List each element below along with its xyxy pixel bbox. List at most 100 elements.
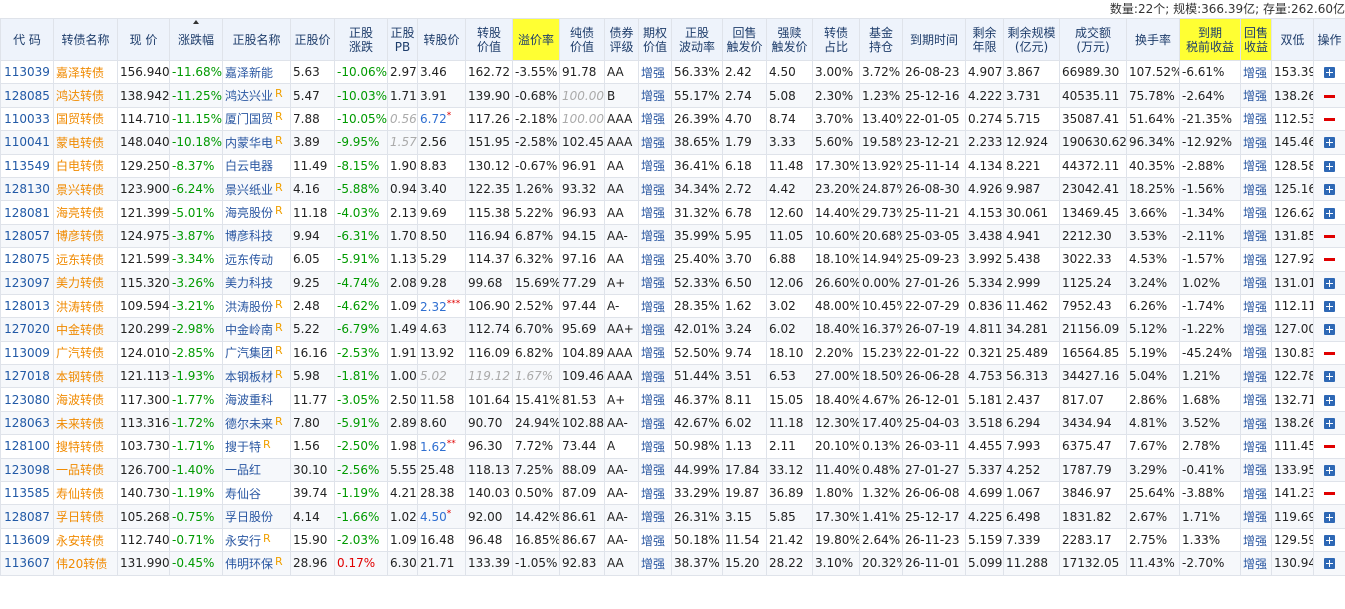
stock-name-link[interactable]: 美力科技 <box>222 270 291 295</box>
table-row[interactable]: 123098 一品转债 126.700 -1.40% 一品红 30.10 -2.56% 5.5… <box>0 457 1345 483</box>
stock-name-link[interactable]: 鸿达兴业 R <box>222 83 291 108</box>
column-header[interactable]: 到期 税前收益 <box>1179 18 1241 61</box>
table-row[interactable]: 128081 海亮转债 121.399 -5.01% 海亮股份 R 11.18 -4.03% 2… <box>0 200 1345 225</box>
add-watchlist-icon[interactable] <box>1324 67 1335 79</box>
table-row[interactable]: 113607 伟20转债 131.990 -0.45% 伟明环保 R 28.96 0.17% 6… <box>0 551 1345 576</box>
option-value-link[interactable]: 增强 <box>638 130 672 155</box>
add-watchlist-icon[interactable] <box>1324 277 1335 289</box>
bond-name-link[interactable]: 景兴转债 <box>53 176 118 202</box>
table-row[interactable]: 127020 中金转债 120.299 -2.98% 中金岭南 R 5.22 -6.79% 1.… <box>0 317 1345 342</box>
bond-name-link[interactable]: 中金转债 <box>53 317 118 342</box>
remove-watchlist-icon[interactable] <box>1324 234 1335 238</box>
bond-code-link[interactable]: 113549 <box>0 153 54 178</box>
option-value-link[interactable]: 增强 <box>638 293 672 319</box>
column-header[interactable]: 正股 波动率 <box>671 18 723 61</box>
bond-name-link[interactable]: 国贸转债 <box>53 106 118 132</box>
put-yield-link[interactable]: 增强 <box>1240 551 1272 576</box>
bond-name-link[interactable]: 未来转债 <box>53 410 118 436</box>
bond-code-link[interactable]: 113039 <box>0 59 54 85</box>
bond-name-link[interactable]: 鸿达转债 <box>53 83 118 108</box>
put-yield-link[interactable]: 增强 <box>1240 457 1272 483</box>
stock-name-link[interactable]: 白云电器 <box>222 153 291 178</box>
column-header[interactable]: 涨跌幅 <box>169 18 223 61</box>
table-row[interactable]: 128087 孚日转债 105.268 -0.75% 孚日股份 4.14 -1.66% 1.0… <box>0 504 1345 529</box>
option-value-link[interactable]: 增强 <box>638 551 672 576</box>
add-watchlist-icon[interactable] <box>1324 464 1335 476</box>
remove-watchlist-icon[interactable] <box>1324 117 1335 121</box>
bond-name-link[interactable]: 白电转债 <box>53 153 118 178</box>
stock-name-link[interactable]: 伟明环保 R <box>222 551 291 576</box>
bond-code-link[interactable]: 128075 <box>0 247 54 272</box>
bond-name-link[interactable]: 孚日转债 <box>53 504 118 529</box>
bond-name-link[interactable]: 博彦转债 <box>53 223 118 249</box>
stock-name-link[interactable]: 孚日股份 <box>222 504 291 529</box>
option-value-link[interactable]: 增强 <box>638 434 672 459</box>
option-value-link[interactable]: 增强 <box>638 106 672 132</box>
option-value-link[interactable]: 增强 <box>638 527 672 553</box>
column-header[interactable]: 回售 收益 <box>1240 18 1272 61</box>
column-header[interactable]: 代 码 <box>0 18 54 61</box>
bond-code-link[interactable]: 123098 <box>0 457 54 483</box>
put-yield-link[interactable]: 增强 <box>1240 130 1272 155</box>
add-watchlist-icon[interactable] <box>1324 137 1335 149</box>
column-header[interactable]: 到期时间 <box>902 18 966 61</box>
table-row[interactable]: 127018 本钢转债 121.113 -1.93% 本钢板材 R 5.98 -1.81% 1.… <box>0 364 1345 389</box>
bond-name-link[interactable]: 本钢转债 <box>53 364 118 389</box>
bond-name-link[interactable]: 寿仙转债 <box>53 481 118 506</box>
put-yield-link[interactable]: 增强 <box>1240 481 1272 506</box>
column-header[interactable]: 换手率 <box>1126 18 1180 61</box>
put-yield-link[interactable]: 增强 <box>1240 176 1272 202</box>
stock-name-link[interactable]: 永安行 R <box>222 527 291 553</box>
option-value-link[interactable]: 增强 <box>638 457 672 483</box>
option-value-link[interactable]: 增强 <box>638 176 672 202</box>
table-row[interactable]: 110033 国贸转债 114.710 -11.15% 厦门国贸 R 7.88 -10.05%… <box>0 106 1345 132</box>
column-header[interactable]: 强赎 触发价 <box>766 18 813 61</box>
add-watchlist-icon[interactable] <box>1324 184 1335 196</box>
remove-watchlist-icon[interactable] <box>1324 351 1335 355</box>
column-header[interactable]: 转股 价值 <box>465 18 513 61</box>
sort-desc-icon[interactable] <box>193 20 199 24</box>
bond-name-link[interactable]: 洪涛转债 <box>53 293 118 319</box>
table-row[interactable]: 123080 海波转债 117.300 -1.77% 海波重科 11.77 -3.05% 2.… <box>0 387 1345 412</box>
put-yield-link[interactable]: 增强 <box>1240 317 1272 342</box>
bond-code-link[interactable]: 128057 <box>0 223 54 249</box>
column-header[interactable]: 成交额 (万元) <box>1059 18 1127 61</box>
add-watchlist-icon[interactable] <box>1324 324 1335 336</box>
column-header[interactable]: 转债 占比 <box>812 18 860 61</box>
add-watchlist-icon[interactable] <box>1324 418 1335 430</box>
column-header[interactable]: 溢价率 <box>512 18 560 61</box>
add-watchlist-icon[interactable] <box>1324 371 1335 383</box>
table-row[interactable]: 113609 永安转债 112.740 -0.71% 永安行 R 15.90 -2.03% 1.… <box>0 527 1345 553</box>
option-value-link[interactable]: 增强 <box>638 153 672 178</box>
bond-code-link[interactable]: 128063 <box>0 410 54 436</box>
column-header[interactable]: 操作 <box>1313 18 1345 61</box>
add-watchlist-icon[interactable] <box>1324 160 1335 172</box>
stock-name-link[interactable]: 内蒙华电 R <box>222 130 291 155</box>
table-row[interactable]: 128013 洪涛转债 109.594 -3.21% 洪涛股份 R 2.48 -4.62% 1.… <box>0 293 1345 319</box>
column-header[interactable]: 期权 价值 <box>638 18 672 61</box>
column-header[interactable]: 纯债 价值 <box>559 18 605 61</box>
bond-name-link[interactable]: 海亮转债 <box>53 200 118 225</box>
put-yield-link[interactable]: 增强 <box>1240 200 1272 225</box>
remove-watchlist-icon[interactable] <box>1324 445 1335 449</box>
put-yield-link[interactable]: 增强 <box>1240 387 1272 412</box>
table-row[interactable]: 128075 远东转债 121.599 -3.34% 远东传动 6.05 -5.91% 1.1… <box>0 247 1345 272</box>
bond-code-link[interactable]: 128081 <box>0 200 54 225</box>
stock-name-link[interactable]: 远东传动 <box>222 247 291 272</box>
table-row[interactable]: 113009 广汽转债 124.010 -2.85% 广汽集团 R 16.16 -2.53% 1… <box>0 340 1345 366</box>
add-watchlist-icon[interactable] <box>1324 394 1335 406</box>
bond-name-link[interactable]: 搜特转债 <box>53 434 118 459</box>
table-row[interactable]: 128063 未来转债 113.316 -1.72% 德尔未来 R 7.80 -5.91% 2.… <box>0 410 1345 436</box>
table-row[interactable]: 113585 寿仙转债 140.730 -1.19% 寿仙谷 39.74 -1.19% 4.2… <box>0 481 1345 506</box>
bond-name-link[interactable]: 永安转债 <box>53 527 118 553</box>
stock-name-link[interactable]: 德尔未来 R <box>222 410 291 436</box>
column-header[interactable]: 基金 持仓 <box>859 18 903 61</box>
option-value-link[interactable]: 增强 <box>638 223 672 249</box>
put-yield-link[interactable]: 增强 <box>1240 59 1272 85</box>
add-watchlist-icon[interactable] <box>1324 535 1335 546</box>
put-yield-link[interactable]: 增强 <box>1240 247 1272 272</box>
bond-name-link[interactable]: 远东转债 <box>53 247 118 272</box>
stock-name-link[interactable]: 一品红 <box>222 457 291 483</box>
table-row[interactable]: 128085 鸿达转债 138.942 -11.25% 鸿达兴业 R 5.47 -10.03%… <box>0 83 1345 108</box>
column-header[interactable]: 正股 涨跌 <box>334 18 388 61</box>
